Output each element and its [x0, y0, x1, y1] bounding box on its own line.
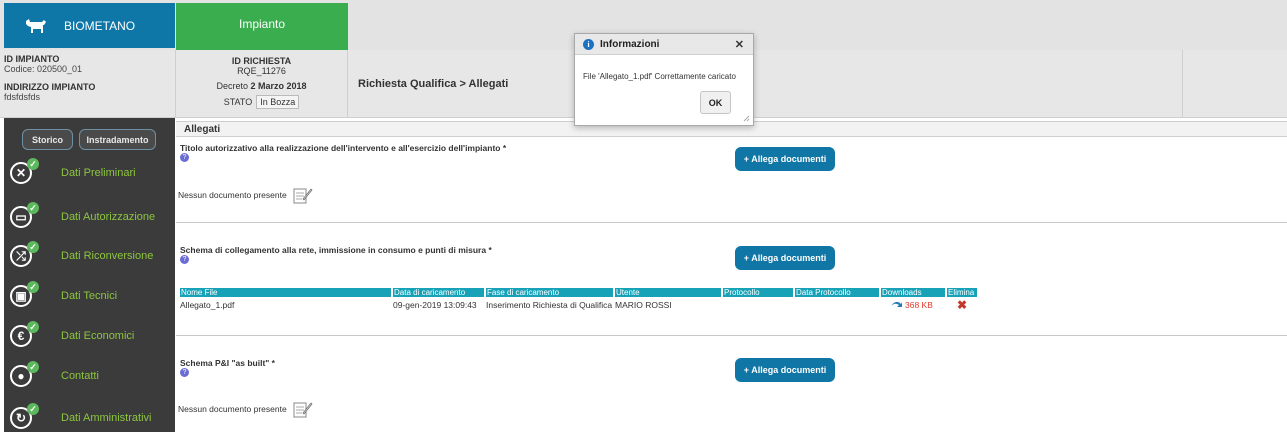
- wallet-icon: ▣ ✓: [10, 281, 39, 307]
- check-icon: ✓: [27, 281, 39, 293]
- sidebar: Storico Instradamento ✕ ✓ Dati Preliminari…: [4, 118, 175, 432]
- impianto-info: ID IMPIANTO Codice: 020500_01 INDIRIZZO …: [0, 50, 176, 118]
- check-icon: ✓: [27, 241, 39, 253]
- indirizzo-impianto-value: fdsfdsfds: [4, 92, 41, 102]
- column-header[interactable]: Elimina: [947, 288, 977, 297]
- sidebar-item[interactable]: ✕ ✓ Dati Preliminari: [4, 155, 175, 191]
- cow-icon: [26, 18, 46, 33]
- wrench-icon: ↻ ✓: [10, 403, 39, 429]
- richiesta-info: ID RICHIESTA RQE_11276 Decreto 2 Marzo 2…: [176, 50, 348, 118]
- sidebar-item-label: Dati Tecnici: [61, 290, 118, 302]
- edit-note-icon: [293, 402, 313, 418]
- storico-button[interactable]: Storico: [22, 129, 73, 150]
- sidebar-item[interactable]: ▣ ✓ Dati Tecnici: [4, 278, 175, 314]
- sidebar-item[interactable]: ↻ ✓ Dati Amministrativi: [4, 400, 175, 432]
- column-header[interactable]: Nome File: [180, 288, 391, 297]
- stato-label: STATO: [223, 97, 253, 107]
- sidebar-item[interactable]: ⤮ ✓ Dati Riconversione: [4, 238, 175, 274]
- calendar-icon: ▭ ✓: [10, 202, 39, 228]
- check-icon: ✓: [27, 321, 39, 333]
- download-link[interactable]: 368 KB: [881, 300, 945, 310]
- codice-impianto: Codice: 020500_01: [4, 64, 83, 74]
- no-document-text: Nessun documento presente: [178, 404, 287, 414]
- allega-documenti-button[interactable]: + Allega documenti: [735, 147, 835, 171]
- close-icon[interactable]: ✕: [735, 38, 744, 51]
- tab-impianto-label: Impianto: [238, 17, 286, 31]
- sidebar-item-label: Dati Riconversione: [61, 250, 154, 262]
- decreto: Decreto 2 Marzo 2018: [176, 81, 347, 91]
- ok-button[interactable]: OK: [700, 91, 731, 114]
- allega-documenti-button[interactable]: + Allega documenti: [735, 246, 835, 270]
- decreto-prefix: Decreto: [216, 81, 248, 91]
- id-richiesta-label: ID RICHIESTA: [231, 56, 292, 66]
- header-divider: [1182, 50, 1183, 118]
- doc-title-autorizzativo: Titolo autorizzativo alla realizzazione …: [180, 143, 507, 153]
- tools-icon: ✕ ✓: [10, 158, 39, 184]
- column-header[interactable]: Downloads: [881, 288, 945, 297]
- brand-header[interactable]: BIOMETANO: [4, 3, 175, 48]
- sidebar-item-label: Dati Autorizzazione: [61, 211, 156, 223]
- sidebar-item-label: Dati Amministrativi: [61, 412, 152, 424]
- sidebar-item-label: Dati Preliminari: [61, 167, 136, 179]
- delete-icon[interactable]: ✖: [947, 300, 977, 310]
- indirizzo-impianto-label: INDIRIZZO IMPIANTO: [4, 82, 96, 92]
- tab-impianto[interactable]: Impianto: [176, 3, 348, 50]
- column-header[interactable]: Fase di caricamento: [486, 288, 613, 297]
- download-icon: [891, 301, 902, 307]
- info-icon: i: [583, 38, 594, 50]
- id-impianto-label: ID IMPIANTO: [4, 54, 60, 64]
- dialog-message: File 'Allegato_1.pdf' Correttamente cari…: [583, 72, 736, 81]
- no-document-text: Nessun documento presente: [178, 190, 287, 200]
- sidebar-item[interactable]: € ✓ Dati Economici: [4, 318, 175, 354]
- instradamento-button[interactable]: Instradamento: [79, 129, 156, 150]
- doc-title-schema-pi: Schema P&I "as built" *: [180, 358, 275, 368]
- decreto-date: 2 Marzo 2018: [250, 81, 307, 91]
- allega-documenti-button[interactable]: + Allega documenti: [735, 358, 835, 382]
- check-icon: ✓: [27, 202, 39, 214]
- column-header[interactable]: Utente: [615, 288, 721, 297]
- dialog-title: Informazioni: [600, 38, 660, 50]
- dialog-header[interactable]: i Informazioni: [575, 34, 753, 55]
- sidebar-item[interactable]: ● ✓ Contatti: [4, 358, 175, 394]
- check-icon: ✓: [27, 361, 39, 373]
- file-name-cell[interactable]: Allegato_1.pdf: [180, 300, 391, 310]
- resize-grip-icon[interactable]: [742, 114, 750, 122]
- section-divider: [176, 335, 1287, 336]
- euro-icon: € ✓: [10, 321, 39, 347]
- column-header[interactable]: Protocollo: [723, 288, 793, 297]
- help-icon[interactable]: ?: [180, 153, 189, 162]
- help-icon[interactable]: ?: [180, 368, 189, 377]
- brand-label: BIOMETANO: [64, 18, 136, 33]
- status-badge: In Bozza: [256, 95, 300, 109]
- upload-phase-cell: Inserimento Richiesta di Qualifica: [486, 300, 613, 310]
- check-icon: ✓: [27, 403, 39, 415]
- check-icon: ✓: [27, 158, 39, 170]
- download-size: 368 KB: [905, 300, 933, 310]
- no-document-message: Nessun documento presente: [178, 186, 313, 204]
- edit-note-icon: [293, 188, 313, 204]
- shuffle-icon: ⤮ ✓: [10, 241, 39, 267]
- upload-date-cell: 09-gen-2019 13:09:43: [393, 300, 477, 310]
- id-richiesta-value: RQE_11276: [237, 66, 286, 76]
- protocol-cell: [723, 300, 793, 310]
- breadcrumb: Richiesta Qualifica > Allegati: [358, 78, 509, 90]
- help-icon[interactable]: ?: [180, 255, 189, 264]
- doc-title-schema-collegamento: Schema di collegamento alla rete, immiss…: [180, 245, 492, 255]
- protocol-date-cell: [795, 300, 879, 310]
- table-row: Allegato_1.pdf 09-gen-2019 13:09:43 Inse…: [180, 300, 979, 310]
- contact-icon: ● ✓: [10, 361, 39, 387]
- info-dialog: i Informazioni ✕ File 'Allegato_1.pdf' C…: [574, 33, 754, 126]
- no-document-message: Nessun documento presente: [178, 400, 313, 418]
- column-header[interactable]: Data di caricamento: [393, 288, 484, 297]
- section-divider: [176, 222, 1287, 223]
- user-cell: MARIO ROSSI: [615, 300, 672, 310]
- stato: STATO In Bozza: [176, 95, 347, 109]
- sidebar-item[interactable]: ▭ ✓ Dati Autorizzazione: [4, 199, 175, 235]
- sidebar-item-label: Dati Economici: [61, 330, 135, 342]
- sidebar-item-label: Contatti: [61, 370, 99, 382]
- column-header[interactable]: Data Protocollo: [795, 288, 879, 297]
- main-content: Allegati Titolo autorizzativo alla reali…: [176, 118, 1287, 432]
- file-table-header: Nome File Data di caricamento Fase di cari…: [180, 288, 979, 297]
